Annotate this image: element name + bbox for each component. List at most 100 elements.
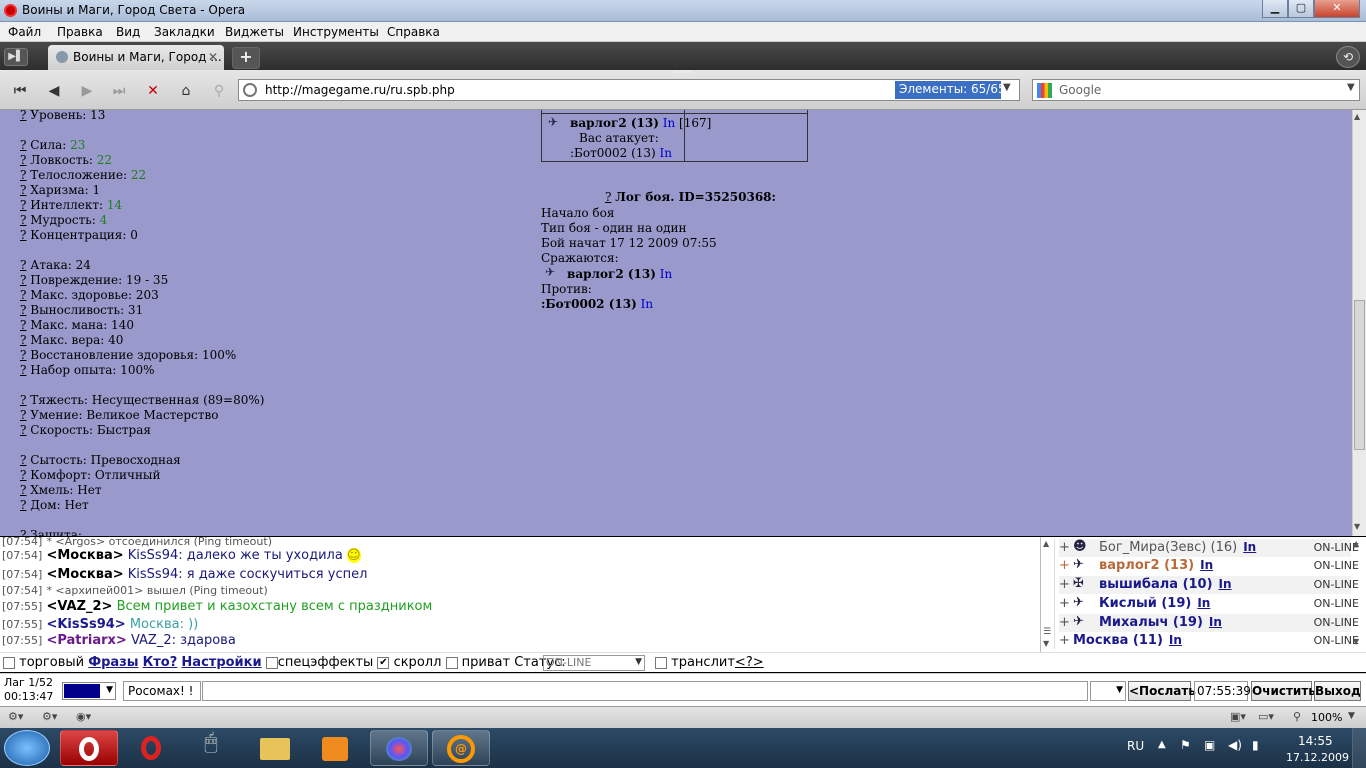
users-scroll-right[interactable]: ▲ ▼ — [1353, 539, 1365, 649]
exit-button[interactable]: Выход — [1314, 681, 1361, 701]
settings-link[interactable]: Настройки — [181, 655, 261, 670]
scroll-up-icon[interactable]: ▲ — [1354, 112, 1360, 121]
help-link[interactable]: ? — [20, 273, 26, 287]
help-link[interactable]: ? — [20, 303, 26, 317]
minimize-button[interactable]: ▁ — [1262, 0, 1288, 18]
expand-icon[interactable]: + — [1059, 633, 1070, 648]
user-info-link[interactable]: In — [1219, 577, 1232, 591]
expand-icon[interactable]: + — [1059, 615, 1070, 630]
chat-nick[interactable]: * <архипей001> — [46, 584, 143, 597]
user-name[interactable]: Михалыч (19) In — [1099, 615, 1222, 630]
log-enemy[interactable]: :Бот0002 (13) — [541, 297, 637, 311]
user-info-link[interactable]: In — [1200, 558, 1213, 572]
user-name[interactable]: Бог_Мира(Зевс) (16) In — [1099, 540, 1256, 555]
taskbar-mail-icon[interactable]: @ — [432, 730, 490, 766]
chat-nick[interactable]: <Москва> — [46, 567, 123, 582]
volume-icon[interactable]: ◀) — [1228, 738, 1242, 752]
log-enemy-in[interactable]: In — [641, 297, 653, 311]
effects-checkbox[interactable] — [265, 656, 278, 669]
user-info-link[interactable]: In — [1169, 633, 1182, 647]
search-dropdown-icon[interactable]: ▼ — [1347, 82, 1355, 93]
taskbar-opera-active[interactable] — [60, 730, 118, 766]
who-link[interactable]: Кто? — [143, 655, 178, 670]
maximize-button[interactable]: ▢ — [1288, 0, 1314, 18]
taskbar-explorer-icon[interactable] — [246, 730, 304, 766]
view-icon[interactable]: ▭▾ — [1258, 710, 1274, 723]
url-text[interactable]: http://magegame.ru/ru.spb.php — [265, 83, 455, 97]
home-icon[interactable]: ⌂ — [174, 79, 198, 103]
battle-player[interactable]: варлог2 (13) — [570, 116, 659, 130]
clock-date[interactable]: 17.12.2009 — [1286, 751, 1349, 764]
help-link[interactable]: ? — [20, 468, 26, 482]
menu-tools[interactable]: Инструменты — [293, 25, 379, 39]
closed-tabs-icon[interactable]: ⟲ — [1336, 46, 1360, 68]
battle-player-in[interactable]: In — [663, 116, 675, 130]
wand-icon[interactable]: ⚲ — [207, 79, 231, 103]
tab-close-icon[interactable]: ✕ — [208, 50, 218, 64]
back-icon[interactable]: ◀ — [42, 79, 66, 103]
help-link[interactable]: ? — [20, 198, 26, 212]
private-checkbox[interactable] — [445, 656, 458, 669]
address-bar[interactable]: http://magegame.ru/ru.spb.php Элементы: … — [238, 79, 1020, 101]
help-link[interactable]: ? — [20, 288, 26, 302]
panel-icon[interactable]: ▣▾ — [1230, 710, 1246, 723]
taskbar-opera-icon[interactable] — [122, 730, 180, 766]
close-button[interactable]: ✕ — [1314, 0, 1360, 18]
user-info-link[interactable]: In — [1209, 615, 1222, 629]
content-scrollbar[interactable]: ▲ ▼ — [1352, 110, 1366, 536]
search-field[interactable]: Google ▼ — [1032, 79, 1360, 101]
user-name[interactable]: Москва (11) In — [1073, 633, 1182, 648]
menu-bookmarks[interactable]: Закладки — [154, 25, 215, 39]
help-link[interactable]: ? — [20, 348, 26, 362]
user-name[interactable]: Кислый (19) In — [1099, 596, 1210, 611]
chat-nick[interactable]: <VAZ_2> — [46, 599, 112, 614]
zoom-icon[interactable]: ⚲ — [1293, 710, 1301, 723]
help-link[interactable]: ? — [20, 528, 26, 536]
help-link[interactable]: ? — [20, 333, 26, 347]
user-row[interactable]: + ✈ Кислый (19) In ON-LINE — [1059, 595, 1359, 613]
help-link[interactable]: ? — [20, 363, 26, 377]
forward-icon[interactable]: ▶ — [75, 79, 99, 103]
help-link[interactable]: ? — [20, 483, 26, 497]
address-dropdown-icon[interactable]: ▼ — [1003, 82, 1011, 93]
send-button[interactable]: <Послать — [1128, 681, 1196, 701]
log-player-in[interactable]: In — [660, 267, 672, 281]
help-link[interactable]: ? — [20, 393, 26, 407]
log-help-link[interactable]: ? — [605, 190, 611, 204]
network-icon[interactable]: ◉▾ — [76, 710, 91, 723]
help-link[interactable]: ? — [20, 498, 26, 512]
user-row[interactable]: + ✈ варлог2 (13) In ON-LINE — [1059, 557, 1359, 575]
chat-nick[interactable]: <Patriarx> — [46, 633, 126, 648]
status-select[interactable]: ON-LINE ▼ — [543, 655, 645, 671]
help-link[interactable]: ? — [20, 153, 26, 167]
help-link[interactable]: ? — [20, 228, 26, 242]
menu-edit[interactable]: Правка — [57, 25, 103, 39]
taskbar-paint-icon[interactable] — [370, 730, 428, 766]
flag-icon[interactable]: ⚑ — [1180, 738, 1191, 752]
user-row[interactable]: + Москва (11) In ON-LINE — [1059, 632, 1359, 650]
clear-button[interactable]: Очистить — [1251, 681, 1316, 701]
clock-time[interactable]: 14:55 — [1298, 734, 1333, 748]
users-scroll-left[interactable]: ▲ ☰ ▼ — [1043, 539, 1055, 649]
zoom-dropdown-icon[interactable]: ▼ — [1348, 711, 1355, 721]
user-row[interactable]: + ☻ Бог_Мира(Зевс) (16) In ON-LINE — [1059, 539, 1359, 557]
expand-icon[interactable]: + — [1059, 577, 1070, 592]
taskbar-media-icon[interactable] — [306, 730, 364, 766]
language-indicator[interactable]: RU — [1127, 739, 1144, 753]
user-name[interactable]: варлог2 (13) In — [1099, 558, 1213, 573]
help-link[interactable]: ? — [20, 453, 26, 467]
menu-file[interactable]: Файл — [8, 25, 41, 39]
help-link[interactable]: ? — [20, 423, 26, 437]
chat-nick[interactable]: * <Argos> — [46, 537, 105, 548]
help-link[interactable]: ? — [20, 258, 26, 272]
tray-arrow-icon[interactable]: ▲ — [1158, 739, 1166, 750]
help-link[interactable]: ? — [20, 138, 26, 152]
log-player[interactable]: варлог2 (13) — [567, 267, 656, 281]
tab-active[interactable]: Воины и Маги, Город ... ✕ — [48, 45, 224, 70]
menu-widgets[interactable]: Виджеты — [225, 25, 284, 39]
recipient-field[interactable]: Росомах! ! — [123, 681, 201, 701]
fast-forward-icon[interactable]: ⏭ — [107, 79, 131, 103]
message-input[interactable] — [202, 681, 1088, 701]
panel-toggle-icon[interactable]: ▶▌ — [4, 48, 28, 66]
stop-icon[interactable]: ✕ — [141, 79, 165, 103]
